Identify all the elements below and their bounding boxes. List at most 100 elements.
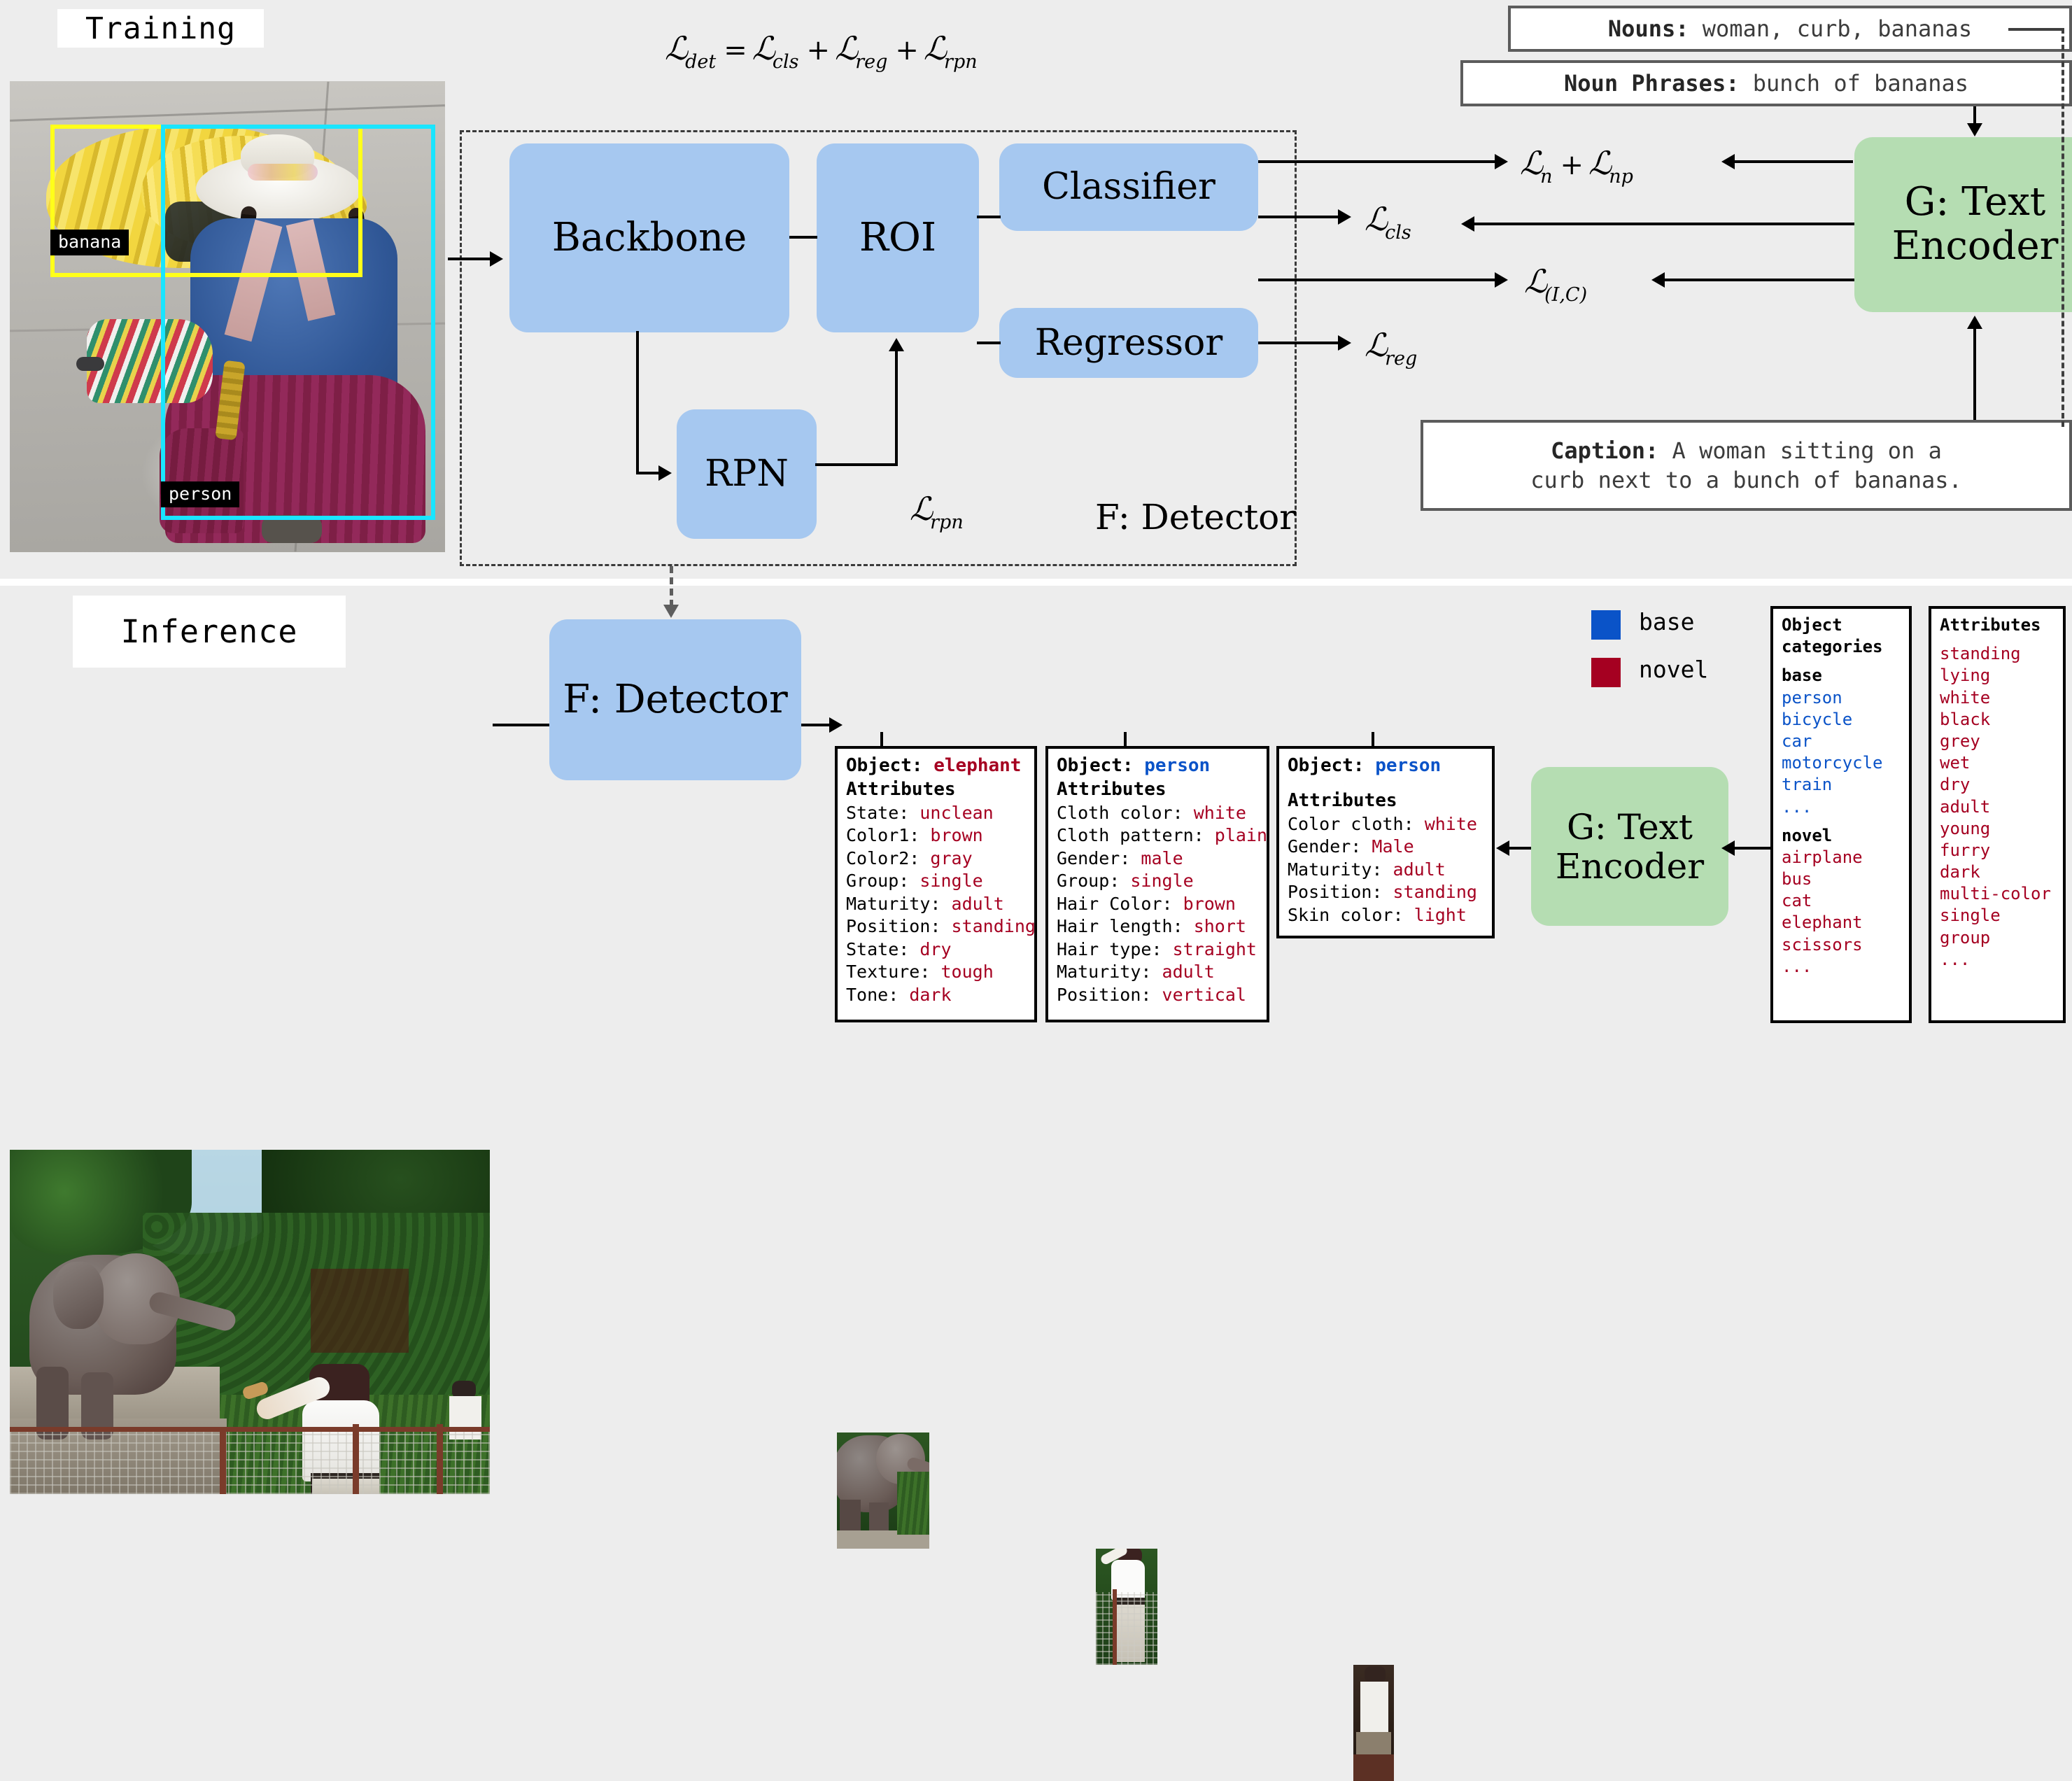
inference-label: Inference [120,613,298,650]
noun-phrases-text: Noun Phrases: bunch of bananas [1564,69,1968,98]
attribute-vocab-item: furry [1940,840,1991,860]
attribute-vocab-item: white [1940,687,1991,708]
attr-value: tough [940,962,994,983]
attr-key: Position: [1288,882,1383,903]
attribute-vocab-item: multi-color [1940,884,2051,904]
attr-key: Texture: [846,962,931,983]
attribute-row: Tone: dark [846,984,1027,1007]
attr-key: Color1: [846,825,920,846]
attribute-row: State: dry [846,938,1027,962]
card-spacer [1288,778,1485,789]
prediction-object-row-2: Object: person [1057,754,1260,778]
arrow-image-to-backbone-head [490,251,503,267]
attr-value: single [919,871,983,892]
connector-crop3-to-card3 [1372,732,1374,747]
loss-rpn-inner-subscript: rpn [930,512,964,533]
connector-crop1-to-card1 [880,732,883,747]
caption-text: Caption: A woman sitting on a curb next … [1530,436,1962,495]
nouns-value: woman, curb, bananas [1702,15,1973,42]
connector-roi-classifier [977,216,1001,218]
dashed-divider-top-stub [2008,28,2064,31]
module-rpn-label: RPN [705,453,789,495]
connector-nouns-to-encoder [1973,106,1976,125]
attribute-row: Color1: brown [846,824,1027,847]
connector-crop2-to-card2 [1124,732,1127,747]
prediction-object-key-1: Object: [846,755,923,776]
arrow-encoder-to-loss-n-head [1721,154,1735,169]
object-categories-box: Object categories base person bicycle ca… [1770,606,1912,1023]
object-category-item: ... [1782,796,1812,817]
attr-value: brown [1183,893,1236,914]
arrow-encoder-to-loss-ic-head [1651,272,1665,288]
prediction-object-value-3: person [1375,755,1442,776]
attribute-row: Skin color: light [1288,904,1485,927]
arrow-classifier-to-loss-cls-head [1338,209,1351,225]
training-input-image: banana person [10,81,445,552]
connector-backbone-rpn-horizontal [636,472,661,474]
caption-line2: curb next to a bunch of bananas. [1530,467,1962,493]
arrow-detector-to-crops-head [829,717,843,733]
attribute-row: Hair length: short [1057,915,1260,938]
prediction-attributes-header-3: Attributes [1288,789,1397,811]
connector-rpn-roi-vertical [895,351,898,466]
dashed-divider-right [2062,28,2064,427]
attr-key: Hair length: [1057,916,1183,937]
caption-key: Caption: [1551,437,1659,464]
object-category-item: bicycle [1782,709,1853,729]
training-section-title: Training [57,9,264,48]
prediction-object-row-3: Object: person [1288,754,1485,778]
attribute-row: Group: single [1057,870,1260,893]
inference-input-image [10,1150,490,1494]
bbox-person [161,125,435,520]
attr-value: vertical [1162,984,1246,1005]
attr-value: gray [930,847,973,868]
text-encoder-inference-line1: G: Text [1566,806,1693,847]
equals-sign: = [724,34,747,66]
prediction-card-elephant: Object: elephant Attributes State: uncle… [835,746,1037,1022]
text-encoder-training-line1: G: Text [1904,179,2046,225]
arrow-training-to-inference-head [663,605,679,618]
attribute-row: Color cloth: white [1288,813,1485,836]
loss-n-np-plus: + [1560,149,1584,181]
attr-key: Group: [846,871,910,892]
crop-thumbnail-elephant [837,1432,929,1549]
module-backbone-label: Backbone [551,214,747,260]
arrow-vocab-to-encoder-line [1734,847,1773,850]
connector-caption-to-encoder [1973,329,1976,420]
attribute-row: Position: standing [846,915,1036,938]
arrow-caption-to-encoder-head [1967,316,1982,329]
arrow-classifier-to-loss-n-line [1258,160,1497,163]
attr-value: male [1141,847,1183,868]
prediction-object-value-1: elephant [933,755,1022,776]
loss-cls-label: ℒcls [1365,200,1414,244]
attr-key: Maturity: [846,893,941,914]
attribute-vocab-item: group [1940,927,1991,948]
connector-backbone-rpn-vertical [636,331,639,474]
object-category-item: motorcycle [1782,753,1883,773]
attr-key: Maturity: [1288,859,1383,880]
arrow-classifier-to-loss-ic-line [1258,279,1497,281]
prediction-object-row-1: Object: elephant [846,754,1027,778]
module-regressor: Regressor [999,308,1258,378]
arrow-backbone-to-rpn-head [658,465,672,481]
arrow-nouns-to-encoder-head [1967,123,1982,136]
object-category-item: elephant [1782,913,1863,933]
loss-n-subscript: n [1540,166,1553,188]
prediction-object-key-2: Object: [1057,755,1134,776]
attr-value: dry [919,938,952,959]
text-encoder-inference-line2: Encoder [1555,845,1705,887]
arrow-classifier-to-loss-n-head [1495,154,1508,169]
detector-frame-label: F: Detector [1095,497,1297,537]
object-category-item: scissors [1782,934,1863,955]
arrow-regressor-to-loss-reg-line [1258,342,1341,344]
plus-sign-2: + [895,34,919,66]
loss-reg-inner-subscript: reg [1385,348,1418,369]
attribute-vocab-item: lying [1940,666,1991,686]
attribute-vocab-item: grey [1940,731,1980,751]
attribute-vocab-item: dark [1940,862,1980,882]
attribute-vocab-item: ... [1940,949,1971,969]
legend-base-swatch [1591,610,1621,640]
object-category-item: cat [1782,891,1812,911]
attribute-row: Hair type: straight [1057,938,1260,962]
attr-value: dark [909,984,952,1005]
